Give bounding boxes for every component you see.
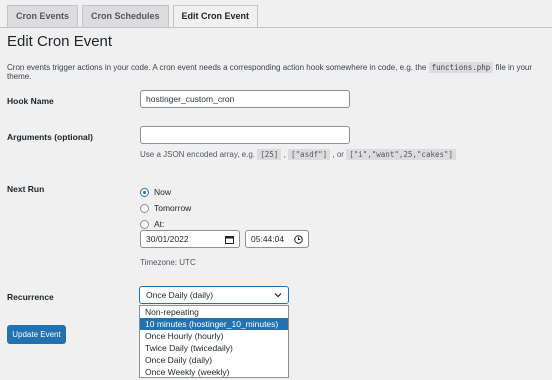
radio-tomorrow[interactable]: Tomorrow [140, 203, 191, 213]
recurrence-selected: Once Daily (daily) [146, 290, 214, 300]
radio-at-label: At: [154, 219, 165, 229]
radio-now[interactable]: Now [140, 187, 171, 197]
radio-at-button[interactable] [140, 219, 149, 229]
tab-cron-events[interactable]: Cron Events [7, 5, 79, 27]
nav-tabs: Cron Events Cron Schedules Edit Cron Eve… [7, 5, 262, 28]
example-int: [25] [257, 149, 282, 160]
radio-at[interactable]: At: [140, 219, 164, 229]
time-value: 05:44:04 [251, 234, 285, 244]
recurrence-label: Recurrence [7, 292, 54, 302]
radio-tomorrow-button[interactable] [140, 203, 149, 213]
intro-before: Cron events trigger actions in your code… [7, 63, 427, 72]
next-run-label: Next Run [7, 184, 45, 194]
option-weekly[interactable]: Once Weekly (weekly) [140, 366, 288, 378]
hook-name-input[interactable]: hostinger_custom_cron [140, 90, 350, 108]
clock-icon[interactable] [294, 234, 303, 244]
recurrence-select[interactable]: Once Daily (daily) [139, 286, 289, 304]
option-twice-daily[interactable]: Twice Daily (twicedaily) [140, 342, 288, 354]
arguments-label: Arguments (optional) [7, 132, 93, 142]
page-title: Edit Cron Event [7, 33, 113, 50]
time-input[interactable]: 05:44:04 [245, 230, 309, 248]
intro-code: functions.php [428, 62, 494, 73]
option-10-minutes[interactable]: 10 minutes (hostinger_10_minutes) [140, 318, 288, 330]
example-array: ["i","want",25,"cakes"] [346, 149, 457, 160]
radio-now-button[interactable] [140, 187, 149, 197]
chevron-down-icon [274, 293, 282, 298]
tab-edit-cron-event[interactable]: Edit Cron Event [172, 5, 259, 28]
option-hourly[interactable]: Once Hourly (hourly) [140, 330, 288, 342]
example-sep-1: , [283, 150, 286, 159]
radio-now-label: Now [154, 187, 172, 197]
calendar-icon[interactable] [225, 235, 234, 244]
date-value: 30/01/2022 [146, 234, 189, 244]
recurrence-dropdown: Non-repeating 10 minutes (hostinger_10_m… [139, 305, 289, 378]
timezone-text: Timezone: UTC [140, 258, 196, 267]
tab-cron-schedules[interactable]: Cron Schedules [82, 5, 169, 27]
update-event-button[interactable]: Update Event [7, 325, 66, 344]
example-sep-2: , or [332, 150, 344, 159]
tab-divider [0, 27, 552, 28]
option-daily[interactable]: Once Daily (daily) [140, 354, 288, 366]
example-string: ["asdf"] [288, 149, 331, 160]
arguments-input[interactable] [140, 126, 350, 144]
date-input[interactable]: 30/01/2022 [140, 230, 240, 248]
radio-tomorrow-label: Tomorrow [154, 203, 192, 213]
option-non-repeating[interactable]: Non-repeating [140, 306, 288, 318]
arguments-desc-text: Use a JSON encoded array, e.g. [140, 150, 256, 159]
intro-text: Cron events trigger actions in your code… [7, 62, 552, 81]
arguments-description: Use a JSON encoded array, e.g. [25] , ["… [140, 149, 457, 160]
hook-name-label: Hook Name [7, 96, 54, 106]
